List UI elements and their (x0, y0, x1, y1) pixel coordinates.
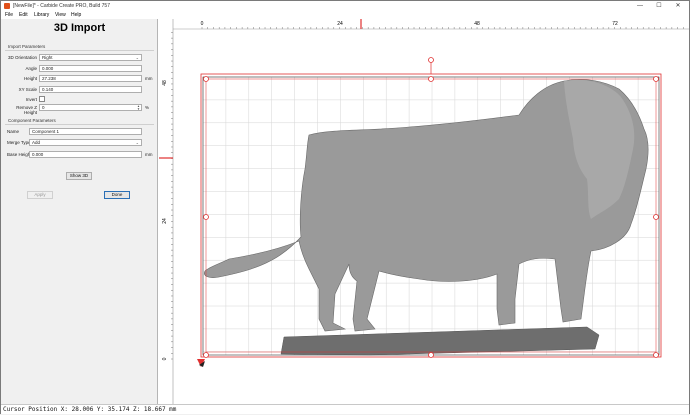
ruler-top-label: 72 (612, 21, 618, 27)
show-3d-button[interactable]: Show 3D (66, 172, 92, 180)
chevron-down-icon: ⌄ (135, 140, 139, 145)
ruler-top-label: 0 (201, 21, 204, 27)
close-button[interactable]: ✕ (671, 1, 685, 11)
rotate-handle[interactable] (428, 57, 434, 63)
resize-handle-bottom-left[interactable] (203, 352, 209, 358)
remove-z-height-label: Remove Z Height (16, 105, 37, 115)
invert-label: Invert (25, 97, 37, 102)
remove-z-height-value: 0 (42, 105, 45, 110)
orientation-label: 3D Orientation (7, 55, 37, 60)
section-divider (5, 124, 154, 125)
design-canvas[interactable]: 0 24 48 72 48 24 0 (159, 19, 689, 404)
remove-z-height-unit: % (145, 105, 150, 110)
name-label: Name (7, 129, 20, 134)
app-window: [NewFile]* - Carbide Create PRO, Build 7… (0, 0, 690, 414)
status-bar: Cursor Position X: 28.006 Y: 35.174 Z: 1… (1, 404, 689, 414)
canvas-svg[interactable]: 0 24 48 72 48 24 0 (159, 19, 689, 404)
invert-checkbox[interactable] (39, 96, 45, 102)
orientation-dropdown[interactable]: Right ⌄ (39, 54, 142, 61)
component-name-input[interactable]: Component 1 (29, 128, 142, 135)
xy-scale-input[interactable]: 0.140 (39, 86, 142, 93)
height-label: Height (23, 76, 37, 81)
ruler-left-label: 48 (162, 80, 168, 86)
height-input[interactable]: 27.238 (39, 75, 142, 82)
component-parameters-heading: Component Parameters (8, 118, 56, 123)
menu-view[interactable]: View (55, 12, 66, 18)
height-unit: mm (145, 76, 153, 81)
remove-z-height-spinbox[interactable]: 0 ▲ ▼ (39, 104, 142, 111)
resize-handle-left[interactable] (203, 214, 209, 220)
menu-library[interactable]: Library (34, 12, 49, 18)
base-height-input[interactable]: 0.000 (29, 151, 142, 158)
import-parameters-heading: Import Parameters (8, 44, 46, 49)
top-ruler (159, 19, 689, 29)
resize-handle-bottom-right[interactable] (653, 352, 659, 358)
title-bar: [NewFile]* - Carbide Create PRO, Build 7… (1, 1, 689, 11)
menu-edit[interactable]: Edit (19, 12, 28, 18)
ruler-left-label: 24 (162, 218, 168, 224)
origin-icon (197, 359, 205, 367)
window-title: [NewFile]* - Carbide Create PRO, Build 7… (13, 2, 110, 9)
ruler-left-label: 0 (162, 357, 168, 360)
panel-title: 3D Import (53, 22, 106, 34)
menu-help[interactable]: Help (71, 12, 81, 18)
app-logo-icon (4, 3, 10, 9)
chevron-down-icon: ⌄ (135, 55, 139, 60)
resize-handle-right[interactable] (653, 214, 659, 220)
lion-3d-model[interactable] (204, 79, 649, 356)
resize-handle-top-right[interactable] (653, 76, 659, 82)
resize-handle-top-left[interactable] (203, 76, 209, 82)
menu-bar: File Edit Library View Help (1, 11, 689, 19)
base-height-unit: mm (145, 152, 153, 157)
maximize-button[interactable]: ☐ (652, 1, 666, 11)
done-button[interactable]: Done (104, 191, 130, 199)
base-height-label: Base Height (7, 152, 32, 157)
angle-label: Angle (25, 66, 37, 71)
xy-scale-label: XY Scale (18, 87, 37, 92)
ruler-top-label: 24 (337, 21, 343, 27)
left-ruler (159, 19, 173, 404)
resize-handle-bottom[interactable] (428, 352, 434, 358)
angle-input[interactable]: 0.000 (39, 65, 142, 72)
merge-type-label: Merge Type (7, 140, 31, 145)
orientation-value: Right (42, 55, 53, 60)
apply-button[interactable]: Apply (27, 191, 53, 199)
ruler-top-label: 48 (474, 21, 480, 27)
section-divider (5, 50, 154, 51)
resize-handle-top[interactable] (428, 76, 434, 82)
merge-type-value: Add (32, 140, 41, 145)
menu-file[interactable]: File (5, 12, 13, 18)
merge-type-dropdown[interactable]: Add ⌄ (29, 139, 142, 146)
import-panel: 3D Import Import Parameters 3D Orientati… (1, 19, 158, 404)
spin-arrows-icon[interactable]: ▲ ▼ (137, 105, 140, 111)
minimize-button[interactable]: — (633, 1, 647, 11)
